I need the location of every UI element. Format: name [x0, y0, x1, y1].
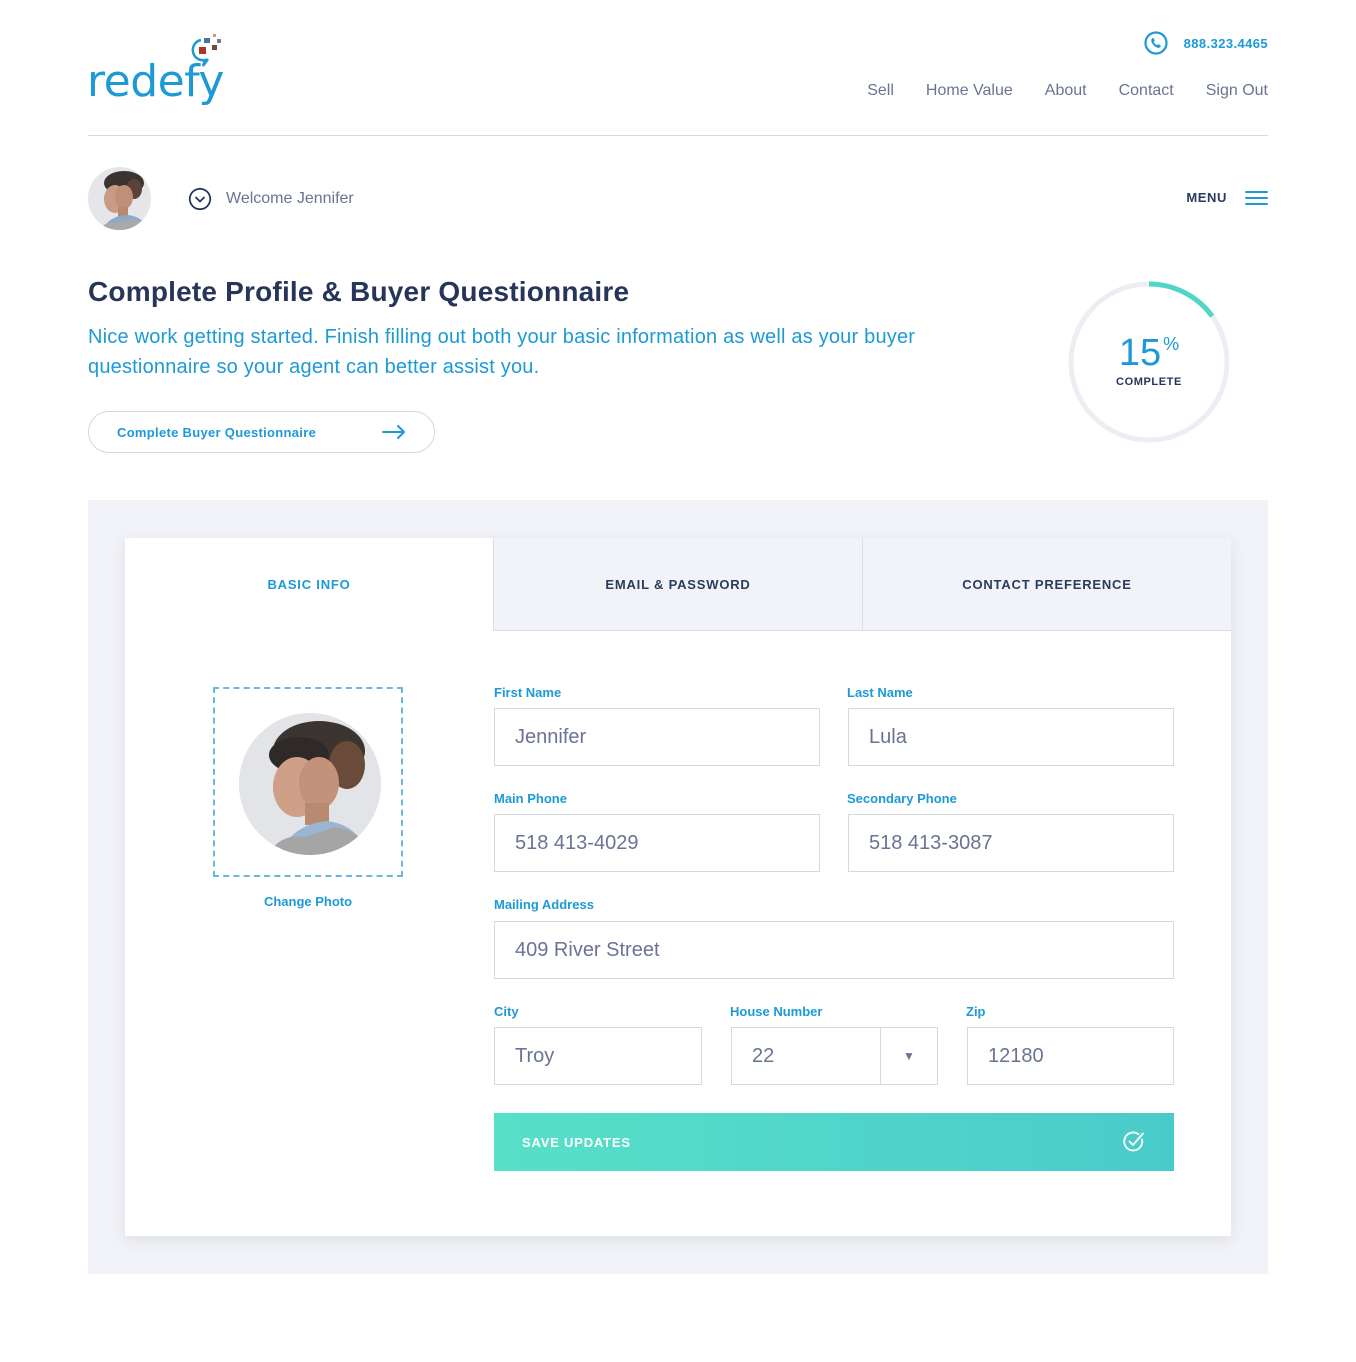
complete-questionnaire-button[interactable]: Complete Buyer Questionnaire: [88, 411, 435, 453]
nav-contact[interactable]: Contact: [1119, 82, 1174, 100]
secondary-phone-input[interactable]: [849, 815, 1173, 871]
nav-sell[interactable]: Sell: [867, 82, 894, 100]
mailing-address-field[interactable]: [494, 921, 1174, 979]
photo-upload-dropzone[interactable]: [213, 687, 403, 877]
mailing-address-input[interactable]: [495, 922, 1173, 978]
nav-sign-out[interactable]: Sign Out: [1206, 82, 1268, 100]
progress-number: 15: [1118, 332, 1162, 374]
caret-down-icon[interactable]: ▼: [880, 1028, 937, 1084]
check-circle-icon: [1123, 1131, 1144, 1152]
city-label: City: [494, 1004, 519, 1019]
first-name-input[interactable]: [495, 709, 819, 765]
city-field[interactable]: [494, 1027, 702, 1085]
mailing-address-label: Mailing Address: [494, 897, 594, 912]
house-number-label: House Number: [730, 1004, 823, 1019]
profile-portrait-icon: [239, 713, 381, 855]
menu-label: MENU: [1186, 190, 1227, 205]
tab-email-password[interactable]: EMAIL & PASSWORD: [493, 538, 862, 631]
house-number-select[interactable]: ▼: [731, 1027, 938, 1085]
phone-number[interactable]: 888.323.4465: [1184, 36, 1268, 51]
welcome-text: Welcome Jennifer: [226, 190, 354, 207]
phone-contact[interactable]: 888.323.4465: [1144, 31, 1268, 55]
last-name-field[interactable]: [848, 708, 1174, 766]
tab-contact-preference[interactable]: CONTACT PREFERENCE: [862, 538, 1231, 631]
progress-label: COMPLETE: [1116, 376, 1182, 388]
progress-unit: %: [1163, 334, 1180, 354]
redefy-logo[interactable]: redefy: [87, 34, 237, 110]
page-title: Complete Profile & Buyer Questionnaire: [88, 276, 630, 307]
change-photo-link[interactable]: Change Photo: [213, 894, 403, 909]
menu-button[interactable]: MENU: [1186, 190, 1268, 205]
header-divider: [88, 135, 1268, 136]
secondary-phone-field[interactable]: [848, 814, 1174, 872]
save-updates-button[interactable]: SAVE UPDATES: [494, 1113, 1174, 1171]
profile-card: BASIC INFO EMAIL & PASSWORD CONTACT PREF…: [125, 538, 1231, 1236]
zip-input[interactable]: [968, 1028, 1173, 1084]
first-name-label: First Name: [494, 685, 562, 700]
profile-tabs: BASIC INFO EMAIL & PASSWORD CONTACT PREF…: [125, 538, 1231, 631]
arrow-right-icon: [382, 425, 405, 439]
save-updates-label: SAVE UPDATES: [522, 1134, 631, 1150]
profile-photo: [239, 713, 381, 855]
logo-text: redefy: [87, 56, 224, 107]
nav-home-value[interactable]: Home Value: [926, 82, 1013, 100]
zip-field[interactable]: [967, 1027, 1174, 1085]
first-name-field[interactable]: [494, 708, 820, 766]
cta-label: Complete Buyer Questionnaire: [117, 424, 317, 440]
phone-icon: [1144, 31, 1168, 55]
secondary-phone-label: Secondary Phone: [847, 791, 957, 806]
last-name-label: Last Name: [847, 685, 913, 700]
main-phone-field[interactable]: [494, 814, 820, 872]
chevron-down-circle-icon: [188, 187, 212, 211]
hamburger-icon: [1245, 190, 1268, 205]
page-subtitle: Nice work getting started. Finish fillin…: [88, 326, 916, 378]
main-phone-label: Main Phone: [494, 791, 567, 806]
nav-about[interactable]: About: [1045, 82, 1087, 100]
tab-basic-info[interactable]: BASIC INFO: [125, 538, 493, 631]
top-navigation: Sell Home Value About Contact Sign Out: [867, 82, 1268, 100]
main-phone-input[interactable]: [495, 815, 819, 871]
welcome-dropdown[interactable]: Welcome Jennifer: [188, 187, 354, 211]
user-avatar[interactable]: [88, 167, 151, 230]
zip-label: Zip: [966, 1004, 986, 1019]
last-name-input[interactable]: [849, 709, 1173, 765]
avatar-portrait-icon: [88, 167, 151, 230]
city-input[interactable]: [495, 1028, 701, 1084]
progress-value: 15%: [1067, 332, 1231, 375]
profile-progress: 15% COMPLETE: [1067, 280, 1231, 444]
